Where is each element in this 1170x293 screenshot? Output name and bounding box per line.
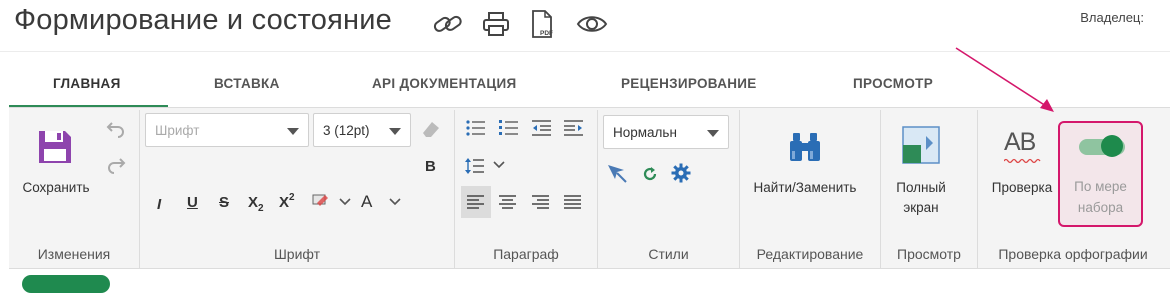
subscript-button[interactable]: X2 xyxy=(248,194,264,214)
spell-check-button[interactable]: Проверка xyxy=(985,178,1059,198)
group-divider xyxy=(139,110,140,268)
ribbon-border-bottom xyxy=(9,268,1170,269)
group-label-spelling: Проверка орфографии xyxy=(998,246,1148,262)
eraser-icon[interactable] xyxy=(418,117,442,141)
as-you-type-line1: По мере xyxy=(1074,179,1127,194)
group-label-font: Шрифт xyxy=(273,246,321,262)
font-size-select[interactable]: 3 (12pt) xyxy=(313,113,411,147)
group-label-paragraph: Параграф xyxy=(493,246,559,262)
font-size-value: 3 (12pt) xyxy=(323,122,370,138)
group-label-changes: Изменения xyxy=(37,246,111,262)
redo-icon[interactable] xyxy=(104,154,128,176)
link-icon[interactable] xyxy=(431,10,465,38)
spell-check-icon[interactable]: AB xyxy=(1004,128,1036,157)
group-divider xyxy=(880,110,881,268)
superscript-2: 2 xyxy=(289,192,295,203)
tab-review[interactable]: РЕЦЕНЗИРОВАНИЕ xyxy=(621,76,757,91)
chevron-down-icon xyxy=(287,128,299,135)
strikethrough-button[interactable]: S xyxy=(219,194,229,211)
italic-button[interactable]: I xyxy=(157,196,161,213)
paint-format-icon[interactable] xyxy=(605,162,629,184)
chevron-down-icon[interactable] xyxy=(387,195,403,209)
chevron-down-icon xyxy=(389,128,401,135)
outdent-icon[interactable] xyxy=(530,117,554,139)
numbered-list-icon[interactable] xyxy=(497,117,521,139)
binoculars-icon[interactable] xyxy=(787,128,823,164)
status-pill[interactable] xyxy=(22,275,110,293)
group-label-editing: Редактирование xyxy=(756,246,864,262)
tab-home[interactable]: ГЛАВНАЯ xyxy=(53,76,121,91)
save-button[interactable]: Сохранить xyxy=(14,178,98,198)
align-left-icon[interactable] xyxy=(466,192,486,212)
fullscreen-icon[interactable] xyxy=(901,125,941,165)
superscript-button[interactable]: X2 xyxy=(279,192,295,212)
gear-icon[interactable] xyxy=(670,162,692,184)
style-select[interactable]: Нормальн xyxy=(603,115,729,149)
highlight-color-icon[interactable] xyxy=(310,191,332,211)
align-center-icon[interactable] xyxy=(498,192,518,212)
subscript-x: X xyxy=(248,194,259,211)
group-divider xyxy=(977,110,978,268)
save-icon[interactable] xyxy=(36,128,74,166)
group-divider xyxy=(597,110,598,268)
pdf-icon[interactable]: PDF xyxy=(528,10,558,38)
fullscreen-button-line2[interactable]: экран xyxy=(882,198,960,218)
chevron-down-icon[interactable] xyxy=(491,158,507,172)
align-right-icon[interactable] xyxy=(531,192,551,212)
style-value: Нормальн xyxy=(613,124,677,140)
indent-icon[interactable] xyxy=(562,117,586,139)
chevron-down-icon[interactable] xyxy=(337,195,353,209)
tab-insert[interactable]: ВСТАВКА xyxy=(214,76,280,91)
print-icon[interactable] xyxy=(480,10,512,38)
pdf-icon-text: PDF xyxy=(540,30,553,37)
spell-squiggle-icon xyxy=(1004,158,1041,164)
superscript-x: X xyxy=(279,194,290,211)
refresh-style-icon[interactable] xyxy=(640,164,660,184)
tab-api-docs[interactable]: API ДОКУМЕНТАЦИЯ xyxy=(372,76,517,91)
chevron-down-icon xyxy=(707,130,719,137)
as-you-type-label[interactable]: По мере набора xyxy=(1060,176,1141,218)
group-label-styles: Стили xyxy=(648,246,689,262)
document-title: Формирование и состояние xyxy=(14,4,392,36)
eye-icon[interactable] xyxy=(575,10,609,38)
font-family-placeholder: Шрифт xyxy=(155,122,200,138)
owner-label: Владелец: xyxy=(1080,10,1144,25)
fullscreen-button-line1[interactable]: Полный xyxy=(882,178,960,198)
group-divider xyxy=(739,110,740,268)
subscript-2: 2 xyxy=(258,203,264,214)
bullet-list-icon[interactable] xyxy=(464,117,488,139)
group-label-view: Просмотр xyxy=(897,246,961,262)
font-family-select[interactable]: Шрифт xyxy=(145,113,309,147)
toggle-knob[interactable] xyxy=(1101,135,1123,157)
annotation-arrow xyxy=(955,47,1054,112)
align-justify-icon[interactable] xyxy=(563,192,583,212)
font-color-icon: A xyxy=(361,192,373,211)
bold-button[interactable]: B xyxy=(425,158,436,175)
tab-view[interactable]: ПРОСМОТР xyxy=(853,76,933,91)
as-you-type-line2: набора xyxy=(1077,200,1124,215)
line-spacing-icon[interactable] xyxy=(464,155,486,177)
font-color-button[interactable]: A xyxy=(361,192,372,212)
underline-button[interactable]: U xyxy=(187,194,198,211)
find-replace-button[interactable]: Найти/Заменить xyxy=(742,178,868,198)
group-divider xyxy=(454,110,455,268)
undo-icon[interactable] xyxy=(104,118,128,140)
